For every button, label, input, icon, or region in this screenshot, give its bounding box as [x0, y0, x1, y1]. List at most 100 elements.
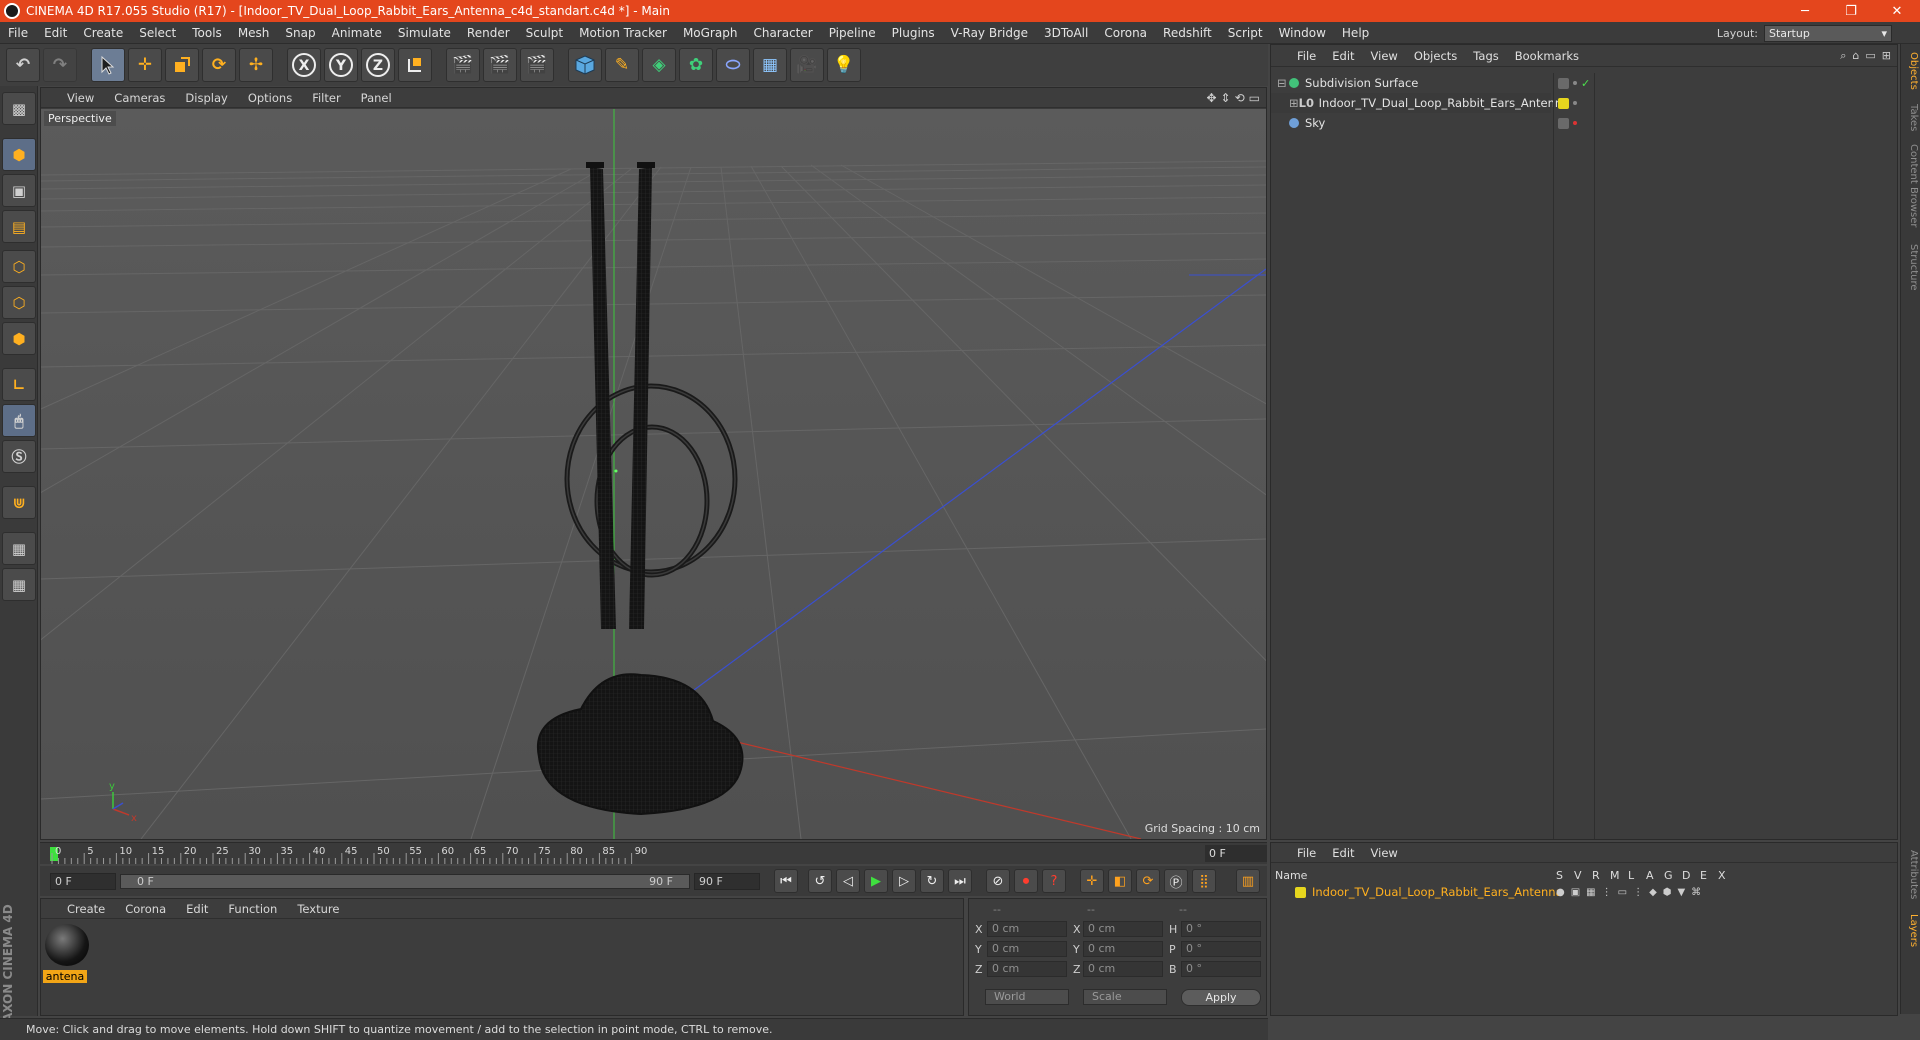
layer-col-view[interactable]: V	[1574, 869, 1582, 882]
coord-pos-y-field[interactable]: 0 cm	[987, 941, 1067, 957]
layer-color-icon[interactable]	[1295, 886, 1306, 898]
next-key-icon[interactable]: ↻	[920, 869, 944, 893]
object-menu-tags[interactable]: Tags	[1465, 49, 1506, 63]
menu-motion-tracker[interactable]: Motion Tracker	[571, 26, 675, 40]
toggle-view-icon[interactable]: ▭	[1249, 91, 1260, 105]
close-button[interactable]: ✕	[1874, 4, 1920, 19]
layer-col-animation[interactable]: A	[1646, 869, 1654, 882]
menu-create[interactable]: Create	[75, 26, 131, 40]
axis-mode-icon[interactable]: ∟	[2, 368, 36, 401]
menu-file[interactable]: File	[0, 26, 36, 40]
layer-col-generators[interactable]: G	[1664, 869, 1673, 882]
points-mode-icon[interactable]: ⬡	[2, 250, 36, 283]
menu-vray-bridge[interactable]: V-Ray Bridge	[943, 26, 1036, 40]
object-menu-bookmarks[interactable]: Bookmarks	[1507, 49, 1587, 63]
snap-icon[interactable]: Ⓢ	[2, 440, 36, 473]
coord-rot-h-field[interactable]: 0 °	[1181, 921, 1261, 937]
enabled-check-icon[interactable]: ✓	[1581, 77, 1590, 90]
apply-button[interactable]: Apply	[1181, 989, 1261, 1006]
menu-simulate[interactable]: Simulate	[390, 26, 459, 40]
menu-plugins[interactable]: Plugins	[884, 26, 943, 40]
visibility-dot[interactable]	[1573, 121, 1577, 125]
layer-toggle-icon[interactable]	[1558, 117, 1569, 129]
keyframe-selection-icon[interactable]: ?	[1042, 869, 1066, 893]
menu-animate[interactable]: Animate	[324, 26, 390, 40]
collapse-toggle-icon[interactable]: ⊟	[1277, 76, 1289, 90]
layer-col-locked[interactable]: L	[1628, 869, 1634, 882]
sky-tags[interactable]	[1554, 113, 1594, 133]
autokey-icon[interactable]: ⏺	[1014, 869, 1038, 893]
deformer-icon[interactable]: ⬭	[716, 48, 750, 82]
make-editable-icon[interactable]: ▩	[2, 92, 36, 125]
material-menu-edit[interactable]: Edit	[176, 902, 218, 916]
light-icon[interactable]: 💡	[827, 48, 861, 82]
tweak-mode-icon[interactable]: 🖱	[2, 404, 36, 437]
viewport-menu-display[interactable]: Display	[175, 91, 237, 105]
object-menu-file[interactable]: File	[1289, 49, 1324, 63]
material-menu-function[interactable]: Function	[218, 902, 287, 916]
new-view-icon[interactable]: ▭	[1865, 49, 1875, 63]
viewport-menu-options[interactable]: Options	[238, 91, 302, 105]
key-scale-icon[interactable]: ◧	[1108, 869, 1132, 893]
object-menu-objects[interactable]: Objects	[1406, 49, 1465, 63]
layer-row[interactable]: Indoor_TV_Dual_Loop_Rabbit_Ears_Antenna …	[1275, 883, 1875, 901]
layer-col-solo[interactable]: S	[1556, 869, 1563, 882]
record-keys-icon[interactable]: ⊘	[986, 869, 1010, 893]
coord-size-x-field[interactable]: 0 cm	[1083, 921, 1163, 937]
viewport-menu-cameras[interactable]: Cameras	[104, 91, 175, 105]
polygons-mode-icon[interactable]: ⬢	[2, 322, 36, 355]
menu-edit[interactable]: Edit	[36, 26, 75, 40]
redo-icon[interactable]: ↷	[43, 48, 77, 82]
texture-mode-icon[interactable]: ▣	[2, 174, 36, 207]
menu-snap[interactable]: Snap	[277, 26, 323, 40]
model-mode-icon[interactable]: ⬢	[2, 138, 36, 171]
workplane-lock-icon[interactable]: ▦	[2, 532, 36, 565]
mograph-cloner-icon[interactable]: ✿	[679, 48, 713, 82]
layer-col-render[interactable]: R	[1592, 869, 1600, 882]
previous-frame-icon[interactable]: ◁	[836, 869, 860, 893]
material-name-label[interactable]: antena	[43, 970, 87, 983]
coordinate-system-icon[interactable]	[398, 48, 432, 82]
layer-menu-view[interactable]: View	[1363, 846, 1406, 860]
layer-col-deformers[interactable]: D	[1682, 869, 1690, 882]
start-frame-field[interactable]: 0 F	[50, 872, 116, 890]
menu-script[interactable]: Script	[1220, 26, 1271, 40]
subdivision-tags[interactable]: ✓	[1554, 73, 1594, 93]
pan-view-icon[interactable]: ✥	[1206, 91, 1216, 105]
y-axis-lock-icon[interactable]: Y	[324, 48, 358, 82]
home-icon[interactable]: ⌂	[1852, 49, 1859, 63]
subdivision-surface-icon[interactable]: ◈	[642, 48, 676, 82]
menu-3dtoall[interactable]: 3DToAll	[1036, 26, 1096, 40]
layer-col-manager[interactable]: M	[1610, 869, 1620, 882]
expand-toggle-icon[interactable]: ⊞	[1289, 96, 1299, 110]
layer-color-icon[interactable]	[1558, 97, 1569, 109]
perspective-scene[interactable]: y x	[41, 109, 1266, 839]
material-menu-create[interactable]: Create	[57, 902, 115, 916]
next-frame-icon[interactable]: ▷	[892, 869, 916, 893]
go-to-end-icon[interactable]: ⏭	[948, 869, 972, 893]
tab-objects[interactable]: Objects	[1903, 52, 1919, 90]
layer-col-expressions[interactable]: E	[1700, 869, 1707, 882]
magnet-icon[interactable]: ⋓	[2, 486, 36, 519]
menu-window[interactable]: Window	[1271, 26, 1334, 40]
key-rotation-icon[interactable]: ⟳	[1136, 869, 1160, 893]
x-axis-lock-icon[interactable]: X	[287, 48, 321, 82]
menu-help[interactable]: Help	[1334, 26, 1377, 40]
viewport-menu-panel[interactable]: Panel	[351, 91, 402, 105]
tree-row-sky[interactable]: Sky	[1271, 113, 1551, 133]
menu-tools[interactable]: Tools	[184, 26, 230, 40]
menu-sculpt[interactable]: Sculpt	[518, 26, 571, 40]
tab-layers[interactable]: Layers	[1903, 914, 1919, 947]
viewport-menu-view[interactable]: View	[57, 91, 104, 105]
coord-pos-z-field[interactable]: 0 cm	[987, 961, 1067, 977]
z-axis-lock-icon[interactable]: Z	[361, 48, 395, 82]
tab-attributes[interactable]: Attributes	[1903, 850, 1919, 899]
menu-mesh[interactable]: Mesh	[230, 26, 278, 40]
tree-row-subdivision-surface[interactable]: ⊟ Subdivision Surface	[1271, 73, 1551, 93]
render-picture-viewer-icon[interactable]: 🎬	[483, 48, 517, 82]
menu-select[interactable]: Select	[131, 26, 184, 40]
object-menu-edit[interactable]: Edit	[1324, 49, 1362, 63]
timeline-window-icon[interactable]: ▥	[1236, 869, 1260, 893]
scale-tool-icon[interactable]	[165, 48, 199, 82]
coord-size-y-field[interactable]: 0 cm	[1083, 941, 1163, 957]
